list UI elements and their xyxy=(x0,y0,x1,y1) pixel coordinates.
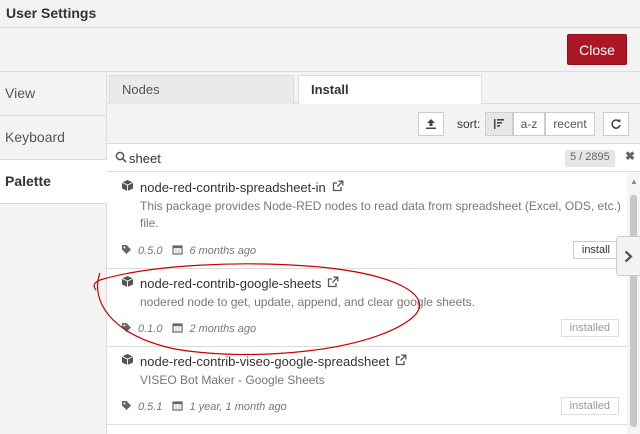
upload-icon xyxy=(426,119,436,129)
upload-button[interactable] xyxy=(418,112,444,136)
results-scrollbar[interactable]: ▲ xyxy=(627,173,640,434)
package-version: 0.1.0 xyxy=(138,323,163,335)
package-icon xyxy=(121,179,134,195)
chevron-right-icon xyxy=(624,250,633,262)
installed-button: installed xyxy=(560,319,619,337)
tag-icon xyxy=(121,322,132,336)
scrollbar-thumb[interactable] xyxy=(630,195,637,427)
package-updated: 6 months ago xyxy=(189,245,257,257)
result-count-badge: 5 / 2895 xyxy=(565,150,615,167)
sort-az-button[interactable]: a-z xyxy=(513,112,545,136)
package-description: VISEO Bot Maker - Google Sheets xyxy=(140,373,325,387)
clear-search-icon[interactable]: ✖ xyxy=(625,149,635,163)
tag-icon xyxy=(121,244,132,258)
sidebar-item-view[interactable]: View xyxy=(0,72,106,116)
package-version: 0.5.0 xyxy=(138,245,163,257)
search-input[interactable] xyxy=(129,148,539,168)
search-bar: 5 / 2895 ✖ xyxy=(107,144,640,172)
sort-icon xyxy=(494,119,504,129)
close-button[interactable]: Close xyxy=(567,34,627,65)
refresh-button[interactable] xyxy=(603,112,629,136)
calendar-icon xyxy=(172,244,184,258)
palette-tabs: Nodes Install xyxy=(107,72,640,105)
sort-label: sort: xyxy=(457,117,481,131)
expand-panel-button[interactable] xyxy=(616,236,640,276)
list-item: node-red-contrib-spreadsheet-in This pac… xyxy=(107,173,627,269)
package-description: nodered node to get, update, append, and… xyxy=(140,295,475,309)
package-version: 0.5.1 xyxy=(138,401,163,413)
installed-button: installed xyxy=(560,397,619,415)
refresh-icon xyxy=(611,119,621,129)
list-item: node-red-contrib-viseo-google-spreadshee… xyxy=(107,347,627,425)
package-icon xyxy=(121,353,134,369)
results-list: node-red-contrib-spreadsheet-in This pac… xyxy=(107,173,627,434)
calendar-icon xyxy=(172,400,184,414)
sidebar-item-keyboard[interactable]: Keyboard xyxy=(0,116,106,160)
tag-icon xyxy=(121,400,132,414)
dialog-title: User Settings xyxy=(0,0,640,28)
install-button[interactable]: install xyxy=(572,241,619,259)
install-toolbar: sort: a-z recent xyxy=(107,104,640,144)
package-name[interactable]: node-red-contrib-google-sheets xyxy=(140,276,321,291)
list-item: node-red-contrib-google-sheets nodered n… xyxy=(107,269,627,347)
package-icon xyxy=(121,275,134,291)
tab-nodes[interactable]: Nodes xyxy=(109,75,294,104)
dialog-button-bar: Close xyxy=(0,28,640,72)
package-updated: 2 months ago xyxy=(189,323,257,335)
package-name[interactable]: node-red-contrib-viseo-google-spreadshee… xyxy=(140,354,389,369)
tab-install[interactable]: Install xyxy=(298,75,482,105)
external-link-icon[interactable] xyxy=(332,180,344,195)
settings-sidebar: View Keyboard Palette xyxy=(0,72,107,434)
package-updated: 1 year, 1 month ago xyxy=(189,401,287,413)
sort-relevance-button[interactable] xyxy=(485,112,513,136)
sort-recent-button[interactable]: recent xyxy=(545,112,595,136)
package-description: This package provides Node-RED nodes to … xyxy=(140,199,621,230)
palette-panel: Nodes Install sort: a-z recent sheet 5 /… xyxy=(107,72,640,434)
scroll-up-icon[interactable]: ▲ xyxy=(630,177,638,186)
calendar-icon xyxy=(172,322,184,336)
external-link-icon[interactable] xyxy=(395,354,407,369)
package-name[interactable]: node-red-contrib-spreadsheet-in xyxy=(140,180,326,195)
search-icon xyxy=(115,151,127,163)
external-link-icon[interactable] xyxy=(327,276,339,291)
sidebar-item-palette[interactable]: Palette xyxy=(0,160,107,204)
